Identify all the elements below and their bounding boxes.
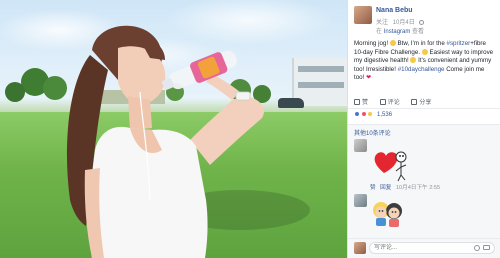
like-label: 赞 xyxy=(362,100,369,106)
like-button[interactable]: 赞 xyxy=(354,97,368,106)
heart-sticker xyxy=(374,151,407,182)
post-sidebar: Nana Bebu 关注 10月4日 在 Instagram 查看 Mornin… xyxy=(347,0,500,258)
commenter-avatar[interactable] xyxy=(354,194,367,207)
comment-label: 评论 xyxy=(387,100,400,106)
comments-divider xyxy=(348,124,500,125)
actions-divider xyxy=(348,108,500,109)
composer-divider xyxy=(348,238,500,239)
globe-icon xyxy=(419,19,425,25)
kids-sticker xyxy=(373,202,402,227)
instagram-link[interactable]: Instagram xyxy=(384,29,411,35)
post-meta: 关注 10月4日 xyxy=(376,17,427,26)
post-greeting: Morning jog! xyxy=(354,40,389,47)
post-actions: 赞 评论 分享 xyxy=(354,97,441,106)
comment-icon xyxy=(379,99,386,105)
share-icon xyxy=(411,99,418,105)
comment-time: 10月4日下午 2:55 xyxy=(395,185,441,191)
camera-icon[interactable] xyxy=(483,245,490,250)
author-name[interactable]: Nana Bebu xyxy=(376,7,413,14)
author-avatar[interactable] xyxy=(354,6,372,24)
woman-drinking-figure xyxy=(66,25,264,258)
emoji-picker-icon[interactable] xyxy=(474,245,480,251)
like-reaction-icon xyxy=(354,111,360,117)
hashtag-spritzer[interactable]: #spritzer xyxy=(447,40,471,47)
post-text: Morning jog! Btw, I'm in for the #spritz… xyxy=(354,40,496,83)
heart-emoji-icon: ❤ xyxy=(366,74,372,82)
post-photo[interactable] xyxy=(0,0,347,258)
via-line: 在 Instagram 查看 xyxy=(376,26,424,35)
commenter-avatar[interactable] xyxy=(354,139,367,152)
my-avatar xyxy=(354,242,366,254)
comment-actions: 赞 回复 10月4日下午 2:55 xyxy=(370,183,440,191)
via-prefix: 在 xyxy=(376,29,383,35)
love-reaction-icon xyxy=(360,111,367,117)
comment-like-link[interactable]: 赞 xyxy=(370,185,376,191)
reaction-count[interactable]: 1,536 xyxy=(377,112,392,118)
via-suffix: 查看 xyxy=(412,29,425,35)
thumbs-up-icon xyxy=(354,99,360,105)
comment-button[interactable]: 评论 xyxy=(379,97,400,106)
hashtag-10daychallenge[interactable]: #10daychallenge xyxy=(398,66,445,73)
reactions-bar[interactable]: 1,536 xyxy=(354,111,496,121)
comment-reply-link[interactable]: 回复 xyxy=(380,185,391,191)
haha-reaction-icon xyxy=(367,111,374,117)
more-comments-link[interactable]: 其他10条评论 xyxy=(354,128,391,137)
share-button[interactable]: 分享 xyxy=(411,97,431,106)
comment-composer xyxy=(354,242,495,254)
share-label: 分享 xyxy=(419,100,432,106)
post-text-1: Btw, I'm in for the xyxy=(395,40,447,47)
